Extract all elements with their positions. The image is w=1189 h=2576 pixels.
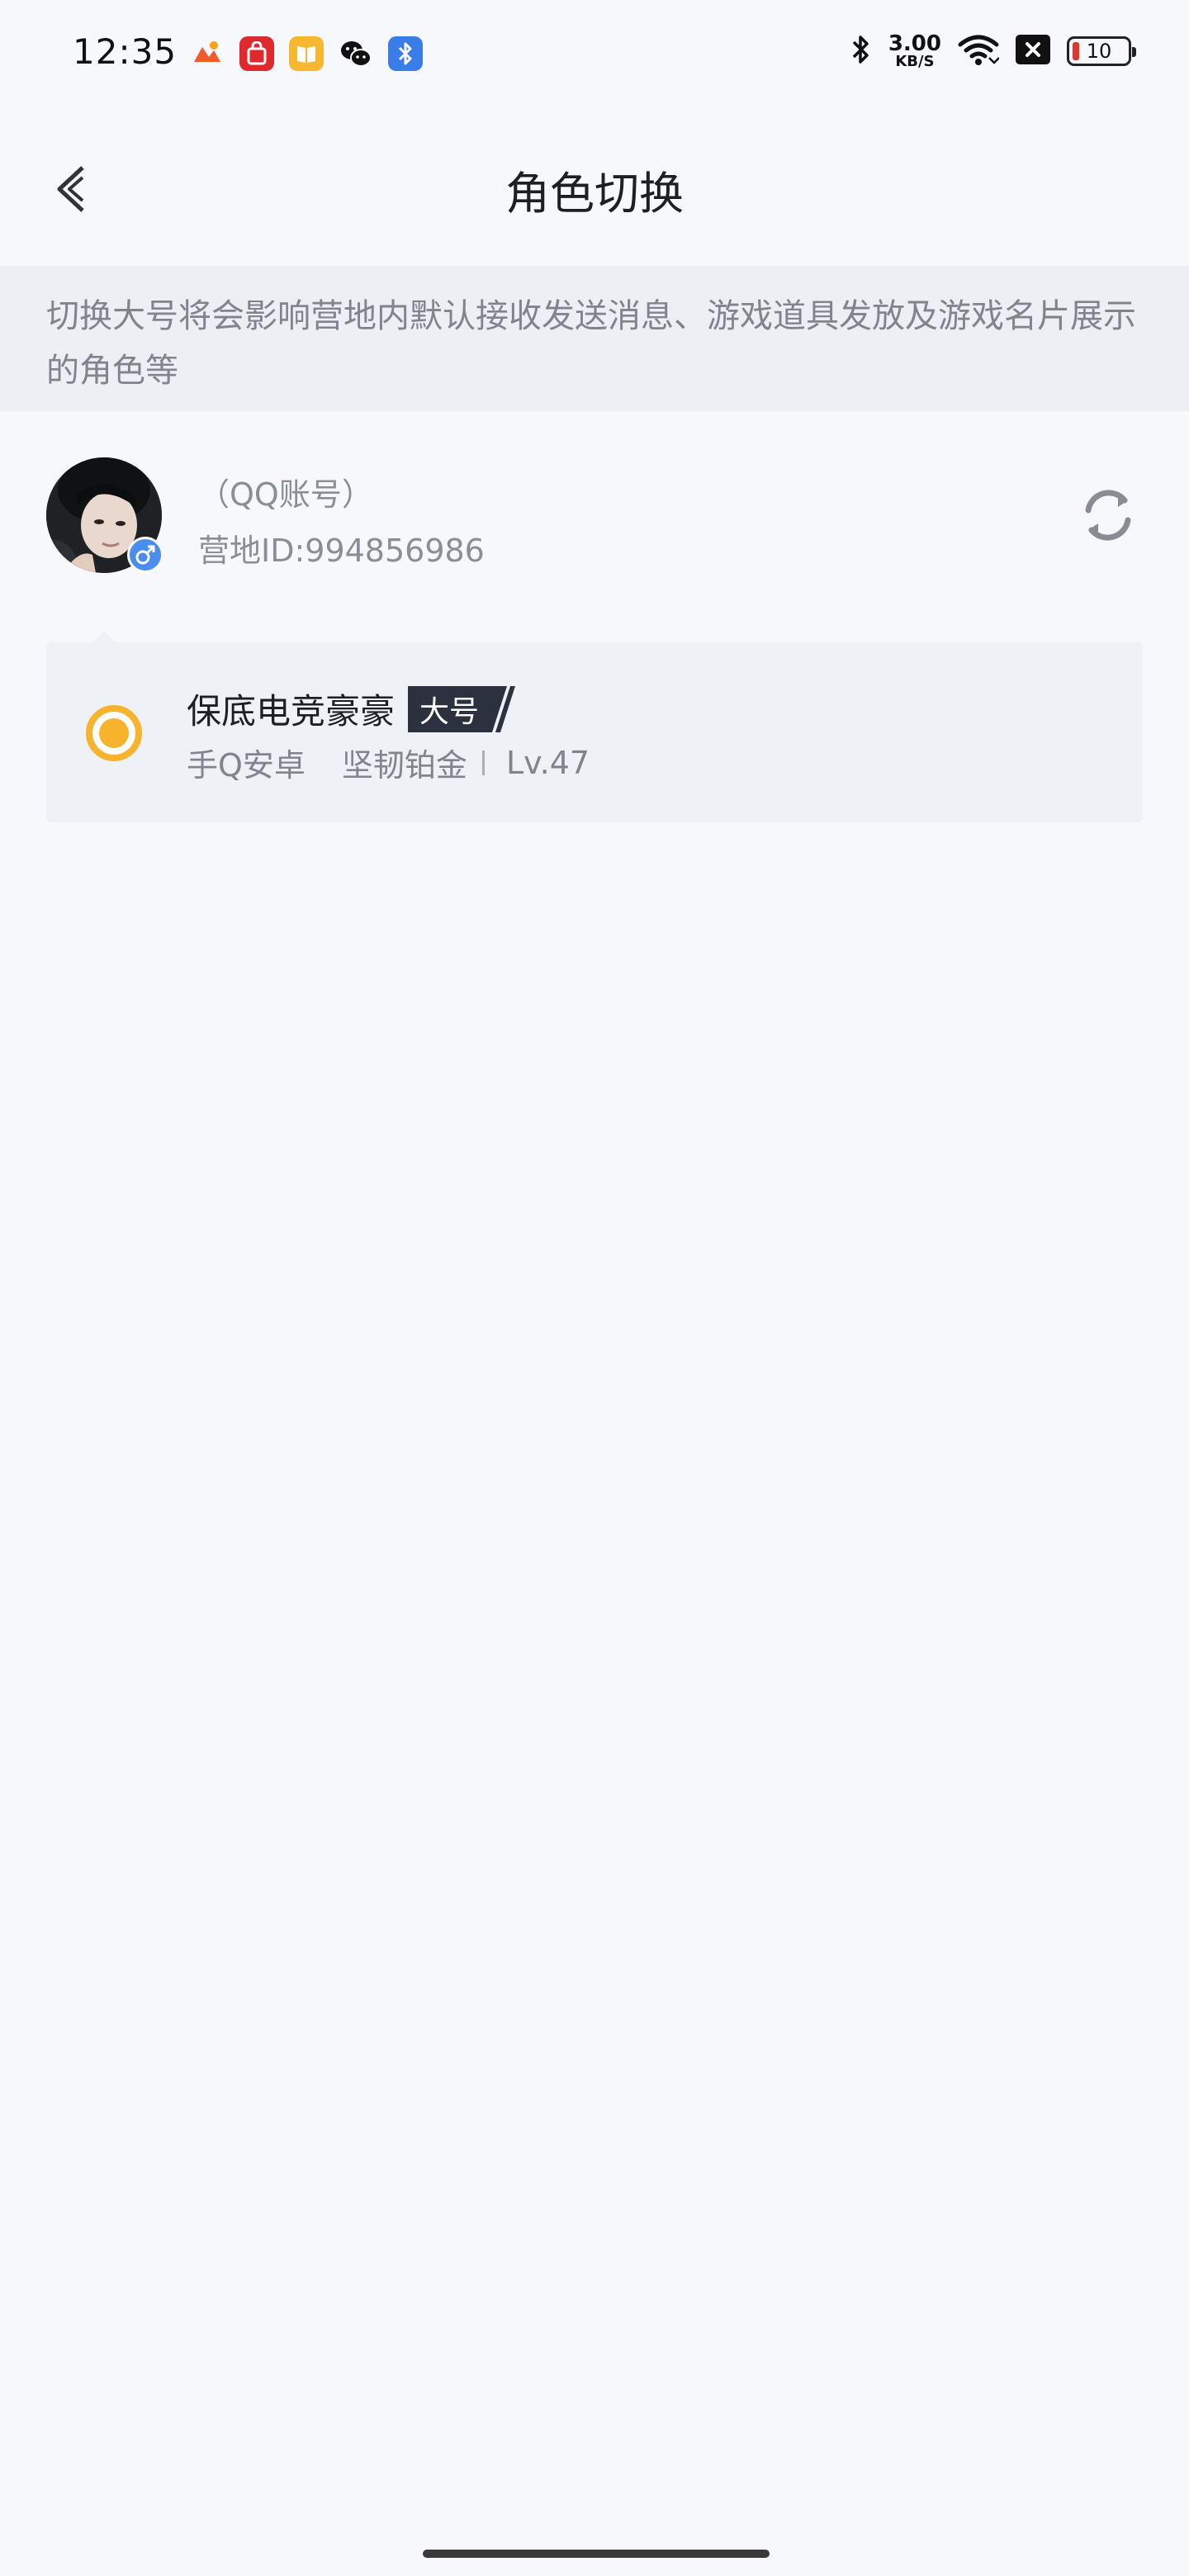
role-info-divider xyxy=(481,750,485,775)
status-time: 12:35 xyxy=(73,31,178,72)
system-icons: 3.00 KB/S 10 xyxy=(850,33,1136,69)
gender-male-badge xyxy=(127,537,163,573)
status-bar: 12:35 3.00 KB/S 10 xyxy=(0,0,1189,107)
page-title: 角色切换 xyxy=(505,168,684,220)
role-card[interactable]: 保底电竞豪豪 大号 手Q安卓 坚韧铂金 Lv.47 xyxy=(46,631,1143,822)
shopping-bag-app-icon xyxy=(239,36,274,71)
male-symbol-icon xyxy=(135,545,155,565)
battery-icon: 10 xyxy=(1067,36,1136,66)
role-info-row: 手Q安卓 坚韧铂金 Lv.47 xyxy=(187,740,590,785)
battery-level-fill xyxy=(1073,42,1079,60)
refresh-icon xyxy=(1085,490,1131,541)
role-platform: 手Q安卓 xyxy=(187,747,306,784)
bluetooth-app-icon xyxy=(388,36,423,71)
tag-slash-decoration xyxy=(492,685,516,732)
account-info: （QQ账号） 营地ID:994856986 xyxy=(0,446,1189,586)
network-speed-value: 3.00 xyxy=(888,31,941,56)
role-rank: 坚韧铂金 xyxy=(341,747,467,784)
role-switch-screen: 12:35 3.00 KB/S 10 角色切换 切换大号将会影响营地内默认接收发… xyxy=(0,0,1189,2576)
main-account-tag: 大号 xyxy=(408,685,519,732)
switch-notice-text: 切换大号将会影响营地内默认接收发送消息、游戏道具发放及游戏名片展示的角色等 xyxy=(46,297,1136,390)
sim-off-icon xyxy=(1016,35,1050,68)
radio-selected-dot xyxy=(99,718,129,748)
reader-app-icon xyxy=(289,36,324,71)
notification-icons xyxy=(190,36,423,71)
switch-notice-banner: 切换大号将会影响营地内默认接收发送消息、游戏道具发放及游戏名片展示的角色等 xyxy=(0,266,1189,411)
role-name: 保底电竞豪豪 xyxy=(187,691,396,732)
role-selected-radio[interactable] xyxy=(86,705,142,761)
photos-app-icon xyxy=(190,36,225,71)
network-speed: 3.00 KB/S xyxy=(888,33,941,69)
camp-id: 营地ID:994856986 xyxy=(198,533,485,569)
refresh-button[interactable] xyxy=(1073,481,1143,550)
wifi-icon xyxy=(958,33,1000,69)
main-account-tag-label: 大号 xyxy=(408,685,493,732)
wechat-icon xyxy=(339,36,373,71)
account-type-label: （QQ账号） xyxy=(198,476,373,513)
top-navigation-bar: 角色切换 xyxy=(0,140,1189,231)
role-level: Lv.47 xyxy=(505,744,590,781)
battery-level-text: 10 xyxy=(1086,40,1112,63)
bluetooth-icon xyxy=(850,33,872,69)
role-name-row: 保底电竞豪豪 大号 xyxy=(187,684,519,734)
network-speed-unit: KB/S xyxy=(895,53,935,70)
home-indicator[interactable] xyxy=(423,2550,770,2558)
